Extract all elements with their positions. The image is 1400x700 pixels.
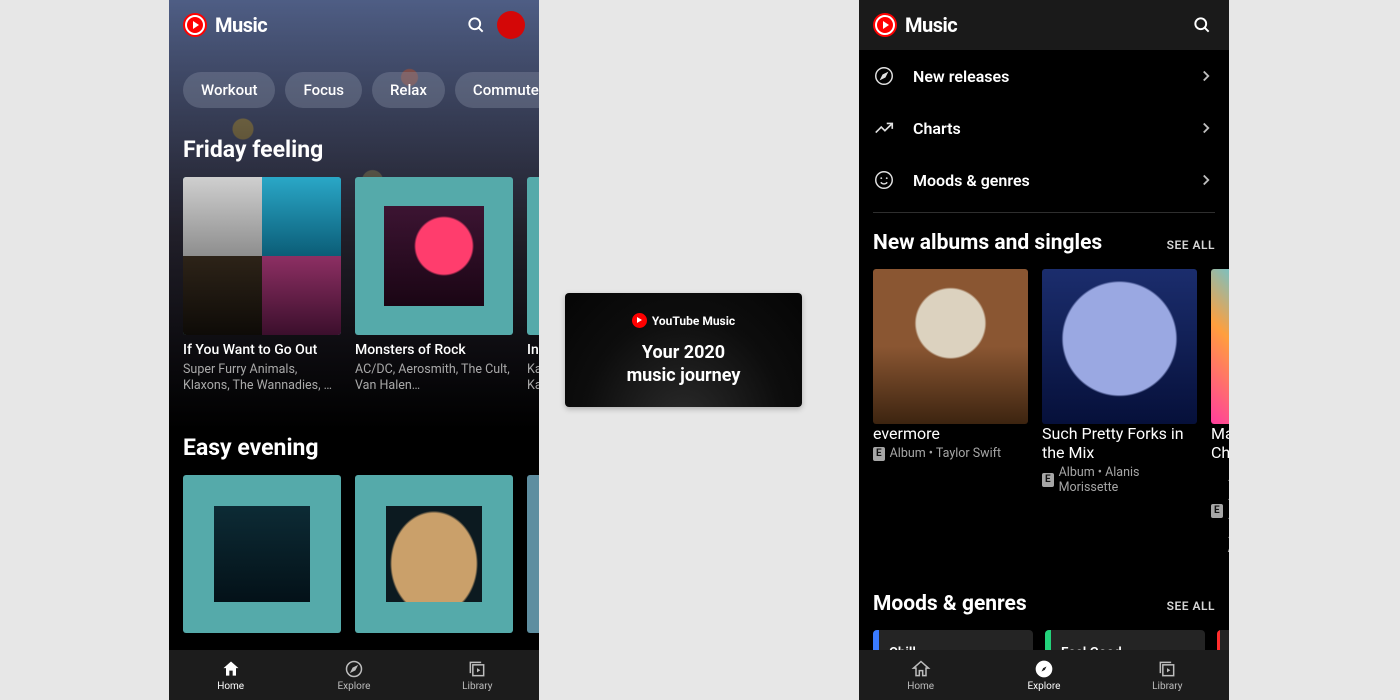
journey-title: Your 2020 music journey — [627, 342, 741, 387]
playlist-subtitle: Kas Kais — [527, 362, 539, 395]
home-screen: Music Workout Focus Relax Commute Friday… — [169, 0, 539, 700]
genre-chip[interactable]: Feel Good — [1045, 630, 1205, 650]
album-title: evermore — [873, 424, 1028, 443]
nav-label: Explore — [337, 681, 370, 692]
playlist-title: Monsters of Rock — [355, 342, 513, 360]
playlist-art — [355, 475, 513, 633]
playlist-art — [355, 177, 513, 335]
playlist-card[interactable] — [355, 475, 513, 633]
playlist-card[interactable]: Monsters of Rock AC/DC, Aerosmith, The C… — [355, 177, 513, 394]
carousel-evening[interactable] — [183, 475, 525, 633]
avatar[interactable] — [497, 11, 525, 39]
mood-chips-row: Workout Focus Relax Commute — [183, 72, 525, 108]
album-card[interactable]: Such Pretty Forks in the Mix EAlbum • Al… — [1042, 269, 1197, 556]
bottom-nav: Home Explore Library — [859, 650, 1229, 700]
explore-row-label: New releases — [913, 67, 1179, 86]
smile-icon — [873, 169, 895, 191]
playlist-art — [183, 475, 341, 633]
carousel-albums[interactable]: evermore EAlbum • Taylor Swift Such Pret… — [873, 269, 1215, 556]
explore-row-moods[interactable]: Moods & genres — [873, 154, 1215, 206]
nav-library[interactable]: Library — [416, 650, 539, 700]
explore-row-new-releases[interactable]: New releases — [873, 50, 1215, 102]
playlist-art — [183, 177, 341, 335]
journey-logo: YouTube Music — [632, 313, 735, 328]
carousel-friday[interactable]: If You Want to Go Out Super Furry Animal… — [183, 177, 525, 394]
playlist-subtitle: Super Furry Animals, Klaxons, The Wannad… — [183, 362, 341, 395]
see-all-link[interactable]: SEE ALL — [1167, 599, 1215, 613]
section-header: Moods & genres SEE ALL — [873, 592, 1215, 616]
trending-icon — [873, 117, 895, 139]
header: Music — [169, 0, 539, 50]
explore-row-label: Moods & genres — [913, 171, 1179, 190]
playlist-art — [527, 475, 539, 633]
explicit-badge: E — [1042, 473, 1054, 487]
playlist-art — [527, 177, 539, 335]
section-title: Moods & genres — [873, 592, 1027, 616]
playlist-title: If You Want to Go Out — [183, 342, 341, 360]
nav-library[interactable]: Library — [1106, 650, 1229, 700]
playlist-title: Indi — [527, 342, 539, 360]
app-logo-icon — [183, 13, 207, 37]
album-cover — [873, 269, 1028, 424]
section-header: New albums and singles SEE ALL — [873, 231, 1215, 255]
section-title: Easy evening — [183, 434, 525, 461]
app-logo-icon — [873, 13, 897, 37]
playlist-card[interactable] — [527, 475, 539, 633]
app-brand: Music — [905, 13, 957, 37]
carousel-genres[interactable]: Chill Feel Good FFFFF — [873, 630, 1215, 650]
explore-screen: Music New releases Charts Moods & genres… — [859, 0, 1229, 700]
search-icon[interactable] — [463, 12, 489, 38]
nav-home[interactable]: Home — [859, 650, 982, 700]
album-meta: EAlbum • Alanis Morissette — [1042, 465, 1197, 495]
explore-row-charts[interactable]: Charts — [873, 102, 1215, 154]
chevron-right-icon — [1197, 67, 1215, 85]
chevron-right-icon — [1197, 119, 1215, 137]
genre-chip[interactable]: FFFFF — [1217, 630, 1229, 650]
compass-icon — [873, 65, 895, 87]
album-meta: E／／／／ A — [1211, 465, 1229, 556]
nav-explore[interactable]: Explore — [982, 650, 1105, 700]
explicit-badge: E — [1211, 504, 1223, 518]
nav-label: Home — [217, 681, 244, 692]
chip-commute[interactable]: Commute — [455, 72, 539, 108]
album-title: Mannnnr Chooooo — [1211, 424, 1229, 462]
search-icon[interactable] — [1189, 12, 1215, 38]
album-card[interactable]: evermore EAlbum • Taylor Swift — [873, 269, 1028, 556]
playlist-card[interactable]: Indi Kas Kais — [527, 177, 539, 394]
nav-home[interactable]: Home — [169, 650, 292, 700]
app-brand: Music — [215, 13, 267, 37]
genre-chip[interactable]: Chill — [873, 630, 1033, 650]
playlist-card[interactable] — [183, 475, 341, 633]
nav-explore[interactable]: Explore — [292, 650, 415, 700]
playlist-card[interactable]: If You Want to Go Out Super Furry Animal… — [183, 177, 341, 394]
chevron-right-icon — [1197, 171, 1215, 189]
chip-workout[interactable]: Workout — [183, 72, 275, 108]
nav-label: Library — [462, 681, 492, 692]
album-card[interactable]: Mannnnr Chooooo E／／／／ A — [1211, 269, 1229, 556]
album-cover — [1042, 269, 1197, 424]
section-title: New albums and singles — [873, 231, 1102, 255]
album-title: Such Pretty Forks in the Mix — [1042, 424, 1197, 462]
nav-label: Explore — [1027, 681, 1060, 692]
play-logo-icon — [632, 313, 647, 328]
nav-label: Library — [1152, 681, 1182, 692]
album-cover — [1211, 269, 1229, 424]
header: Music — [859, 0, 1229, 50]
playlist-subtitle: AC/DC, Aerosmith, The Cult, Van Halen… — [355, 362, 513, 395]
journey-brand: YouTube Music — [652, 314, 735, 328]
chip-relax[interactable]: Relax — [372, 72, 445, 108]
album-meta: EAlbum • Taylor Swift — [873, 446, 1028, 461]
chip-focus[interactable]: Focus — [285, 72, 362, 108]
nav-label: Home — [907, 681, 934, 692]
see-all-link[interactable]: SEE ALL — [1167, 238, 1215, 252]
year-review-card[interactable]: YouTube Music Your 2020 music journey — [565, 293, 802, 407]
divider — [873, 212, 1215, 213]
bottom-nav: Home Explore Library — [169, 650, 539, 700]
explicit-badge: E — [873, 447, 885, 461]
section-title: Friday feeling — [183, 136, 525, 163]
explore-row-label: Charts — [913, 119, 1179, 138]
